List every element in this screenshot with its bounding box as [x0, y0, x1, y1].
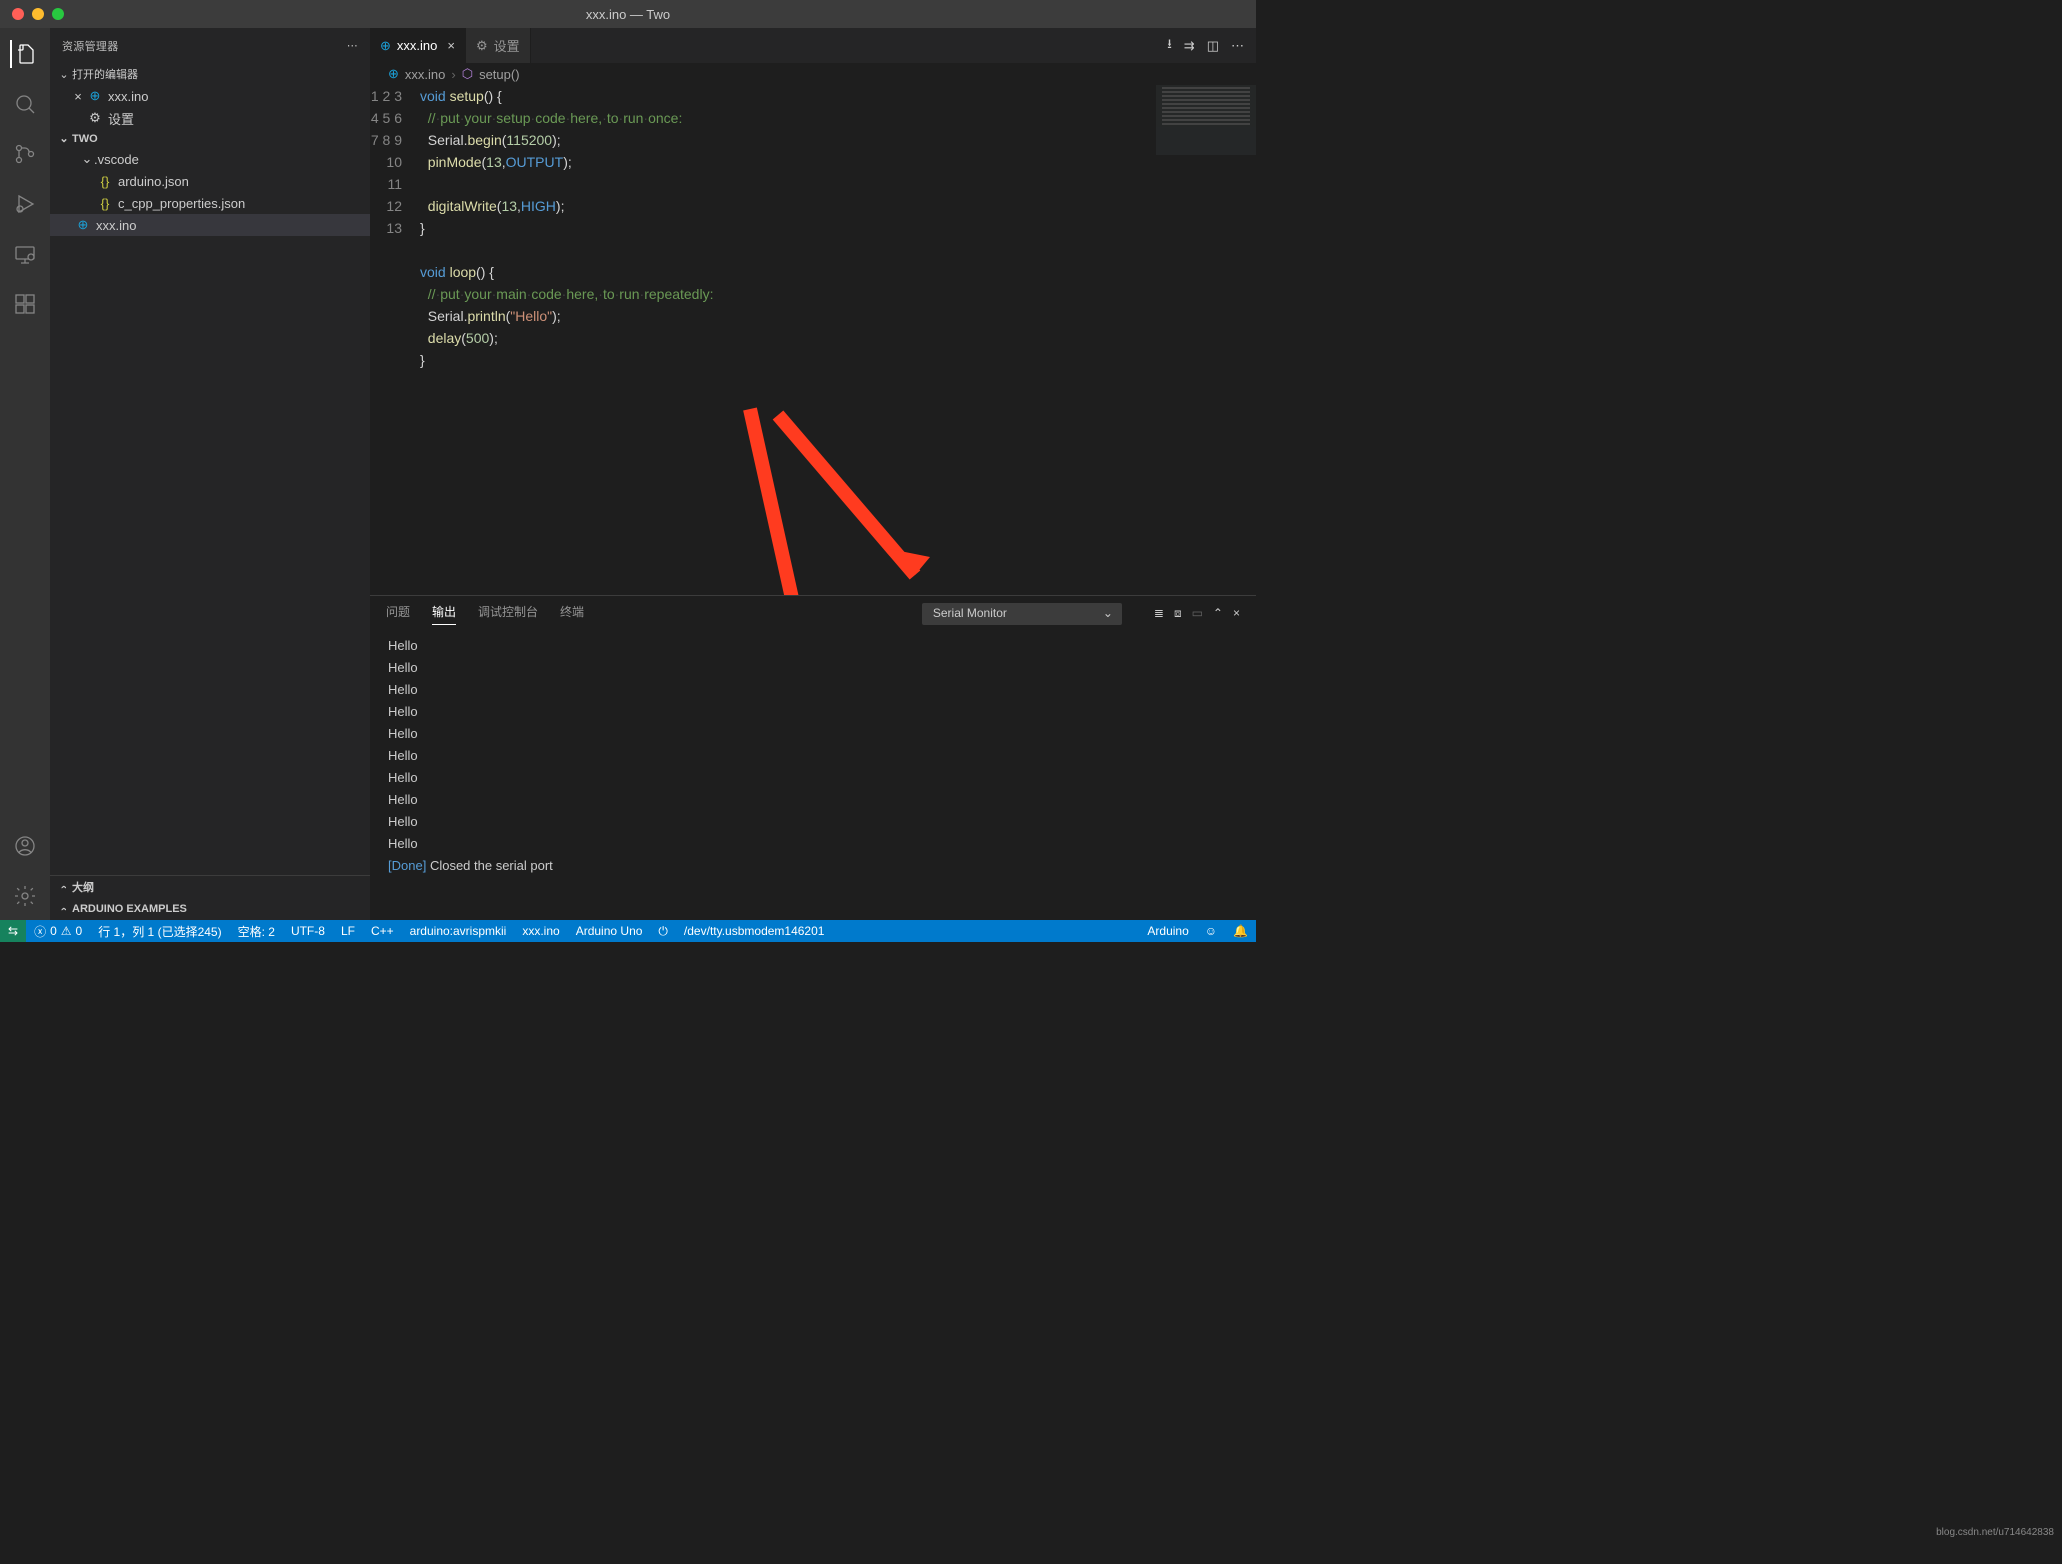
arduino-file-icon: ⊕: [380, 38, 391, 54]
annotation-arrow: [370, 85, 1256, 595]
gear-icon: ⚙: [86, 110, 104, 126]
panel-tab-output[interactable]: 输出: [432, 603, 456, 625]
more-icon[interactable]: ⋯: [1231, 38, 1244, 54]
tab-settings[interactable]: ⚙ 设置: [466, 28, 531, 63]
chevron-up-icon[interactable]: ⌃: [1213, 606, 1223, 621]
editor-area: ⊕ xxx.ino × ⚙ 设置 ⭳ ⇉ ◫ ⋯ ⊕ xxx.ino › ⬡ s…: [370, 28, 1256, 920]
folder-item[interactable]: ⌄.vscode: [50, 148, 370, 170]
file-item[interactable]: {}c_cpp_properties.json: [50, 192, 370, 214]
search-icon[interactable]: [11, 90, 39, 118]
source-control-icon[interactable]: [11, 140, 39, 168]
accounts-icon[interactable]: [11, 832, 39, 860]
breadcrumb[interactable]: ⊕ xxx.ino › ⬡ setup(): [370, 63, 1256, 85]
json-file-icon: {}: [96, 196, 114, 211]
clear-icon[interactable]: ▭: [1192, 606, 1203, 621]
title-bar: xxx.ino — Two: [0, 0, 1256, 28]
output-channel-select[interactable]: Serial Monitor⌄: [922, 603, 1122, 625]
tab-xxx-ino[interactable]: ⊕ xxx.ino ×: [370, 28, 466, 63]
more-icon[interactable]: ⋯: [347, 39, 358, 52]
sidebar-title: 资源管理器: [62, 38, 119, 54]
status-language[interactable]: C++: [363, 924, 402, 938]
split-editor-icon[interactable]: ◫: [1207, 38, 1219, 54]
status-bell[interactable]: 🔔: [1225, 924, 1256, 938]
sidebar-header: 资源管理器 ⋯: [50, 28, 370, 63]
status-arduino[interactable]: Arduino: [1139, 924, 1196, 938]
bell-icon: 🔔: [1233, 924, 1248, 938]
arduino-file-icon: ⊕: [388, 66, 399, 82]
bottom-panel: 问题 输出 调试控制台 终端 Serial Monitor⌄ ≣ ⧈ ▭ ⌃ ×…: [370, 595, 1256, 920]
maximize-window-icon[interactable]: [52, 8, 64, 20]
feedback-icon: ☺: [1205, 924, 1217, 938]
panel-tab-debug[interactable]: 调试控制台: [478, 603, 538, 624]
status-feedback[interactable]: ☺: [1197, 924, 1225, 938]
minimize-window-icon[interactable]: [32, 8, 44, 20]
open-editor-item[interactable]: ⚙ 设置: [50, 107, 370, 129]
status-spaces[interactable]: 空格: 2: [230, 923, 283, 940]
upload-icon[interactable]: ⭳: [1167, 35, 1172, 57]
status-plug[interactable]: ⏻: [650, 924, 676, 939]
panel-tabs: 问题 输出 调试控制台 终端 Serial Monitor⌄ ≣ ⧈ ▭ ⌃ ×: [370, 596, 1256, 631]
status-bar: ⇆ ⓧ0⚠0 行 1，列 1 (已选择245) 空格: 2 UTF-8 LF C…: [0, 920, 1256, 942]
verify-icon[interactable]: ⇉: [1184, 38, 1195, 54]
run-debug-icon[interactable]: [11, 190, 39, 218]
workspace-header[interactable]: ⌄TWO: [50, 129, 370, 148]
close-icon[interactable]: ×: [447, 38, 455, 53]
panel-tab-problems[interactable]: 问题: [386, 603, 410, 624]
explorer-icon[interactable]: [10, 40, 38, 68]
close-icon[interactable]: ×: [1233, 606, 1240, 621]
remote-icon: ⇆: [8, 924, 18, 938]
error-icon: ⓧ: [34, 923, 46, 940]
status-encoding[interactable]: UTF-8: [283, 924, 333, 938]
outline-header[interactable]: ›大纲: [50, 876, 370, 898]
file-item[interactable]: {}arduino.json: [50, 170, 370, 192]
status-sketch[interactable]: xxx.ino: [514, 924, 567, 938]
watermark: blog.csdn.net/u714642838: [1936, 1527, 2054, 1538]
panel-tab-terminal[interactable]: 终端: [560, 603, 584, 624]
json-file-icon: {}: [96, 174, 114, 189]
lock-icon[interactable]: ⧈: [1174, 606, 1182, 621]
status-eol[interactable]: LF: [333, 924, 363, 938]
code-editor[interactable]: 1 2 3 4 5 6 7 8 9 10 11 12 13 void setup…: [370, 85, 1256, 595]
plug-icon: ⏻: [658, 924, 668, 939]
open-editors-header[interactable]: ⌄打开的编辑器: [50, 63, 370, 85]
filter-icon[interactable]: ≣: [1154, 606, 1164, 621]
settings-icon: ⚙: [476, 38, 488, 54]
status-cursor[interactable]: 行 1，列 1 (已选择245): [90, 923, 229, 940]
close-icon[interactable]: ×: [70, 89, 86, 104]
status-board[interactable]: Arduino Uno: [568, 924, 651, 938]
symbol-icon: ⬡: [462, 66, 473, 82]
remote-indicator[interactable]: ⇆: [0, 920, 26, 942]
warning-icon: ⚠: [61, 924, 72, 938]
status-problems[interactable]: ⓧ0⚠0: [26, 923, 90, 940]
chevron-down-icon: ⌄: [1103, 606, 1113, 620]
settings-gear-icon[interactable]: [11, 882, 39, 910]
editor-tabs: ⊕ xxx.ino × ⚙ 设置 ⭳ ⇉ ◫ ⋯: [370, 28, 1256, 63]
arduino-file-icon: ⊕: [74, 217, 92, 233]
close-window-icon[interactable]: [12, 8, 24, 20]
file-item[interactable]: ⊕xxx.ino: [50, 214, 370, 236]
arduino-examples-header[interactable]: ›ARDUINO EXAMPLES: [50, 898, 370, 920]
remote-explorer-icon[interactable]: [11, 240, 39, 268]
activity-bar: [0, 28, 50, 920]
sidebar: 资源管理器 ⋯ ⌄打开的编辑器 × ⊕ xxx.ino ⚙ 设置 ⌄TWO ⌄.…: [50, 28, 370, 920]
status-port[interactable]: /dev/tty.usbmodem146201: [676, 924, 833, 938]
open-editor-item[interactable]: × ⊕ xxx.ino: [50, 85, 370, 107]
window-title: xxx.ino — Two: [586, 7, 670, 22]
arduino-file-icon: ⊕: [86, 88, 104, 104]
window-controls: [0, 8, 64, 20]
status-programmer[interactable]: arduino:avrispmkii: [402, 924, 515, 938]
extensions-icon[interactable]: [11, 290, 39, 318]
output-body[interactable]: Hello Hello Hello Hello Hello Hello Hell…: [370, 631, 1256, 920]
